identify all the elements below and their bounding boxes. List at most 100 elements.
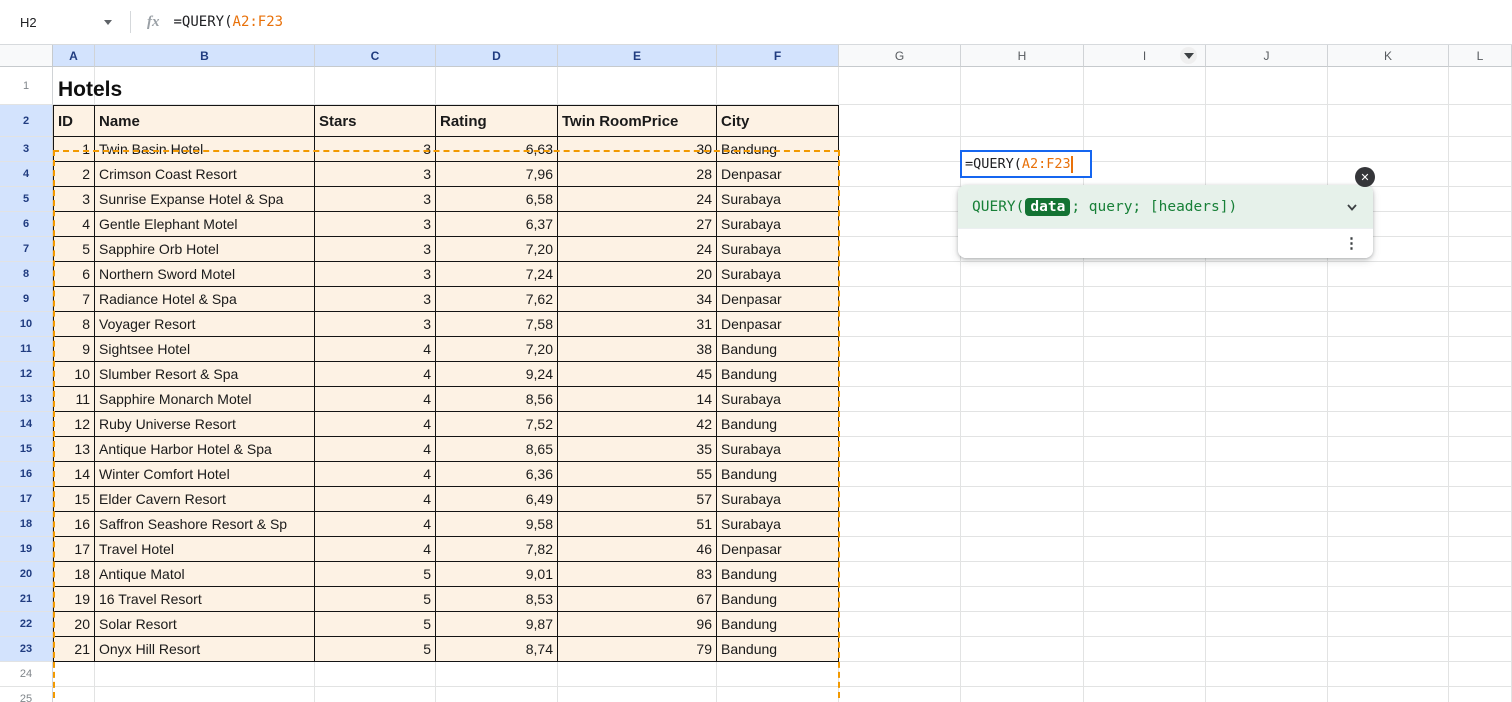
cell[interactable]: Winter Comfort Hotel — [95, 462, 315, 487]
cell[interactable] — [961, 587, 1084, 612]
cell[interactable] — [839, 212, 961, 237]
cell[interactable] — [1328, 312, 1449, 337]
cell[interactable] — [1206, 137, 1328, 162]
cell[interactable]: 30 — [558, 137, 717, 162]
cell[interactable] — [961, 362, 1084, 387]
cell[interactable] — [839, 537, 961, 562]
cell[interactable]: Denpasar — [717, 287, 839, 312]
cell[interactable] — [839, 337, 961, 362]
cell[interactable]: 20 — [558, 262, 717, 287]
column-header-A[interactable]: A — [53, 45, 95, 67]
cell[interactable] — [1206, 287, 1328, 312]
cell[interactable]: 55 — [558, 462, 717, 487]
cell[interactable] — [1449, 512, 1512, 537]
cell[interactable]: 3 — [315, 162, 436, 187]
row-header-13[interactable]: 13 — [0, 387, 53, 412]
cell[interactable] — [1328, 337, 1449, 362]
cell[interactable]: 4 — [315, 512, 436, 537]
name-box[interactable]: H2 — [0, 8, 130, 36]
cell[interactable] — [1084, 487, 1206, 512]
cell[interactable] — [1206, 362, 1328, 387]
cell[interactable]: 7,96 — [436, 162, 558, 187]
cell[interactable]: 5 — [53, 237, 95, 262]
cell[interactable]: Sightsee Hotel — [95, 337, 315, 362]
row-header-18[interactable]: 18 — [0, 512, 53, 537]
cell[interactable] — [1328, 487, 1449, 512]
column-header-E[interactable]: E — [558, 45, 717, 67]
cell[interactable] — [1206, 637, 1328, 662]
cell[interactable]: 12 — [53, 412, 95, 437]
cell[interactable] — [839, 687, 961, 702]
cell[interactable] — [315, 687, 436, 702]
cell[interactable]: 8,74 — [436, 637, 558, 662]
cell[interactable]: 4 — [315, 387, 436, 412]
cell[interactable] — [1449, 137, 1512, 162]
cell[interactable] — [53, 687, 95, 702]
cell[interactable]: 7,58 — [436, 312, 558, 337]
cell[interactable]: 8,53 — [436, 587, 558, 612]
cell[interactable] — [1084, 337, 1206, 362]
formula-input[interactable]: =QUERY(A2:F23 — [174, 14, 284, 30]
cell[interactable]: 6,58 — [436, 187, 558, 212]
row-header-5[interactable]: 5 — [0, 187, 53, 212]
cell[interactable] — [1084, 462, 1206, 487]
cell[interactable] — [1328, 537, 1449, 562]
cell[interactable] — [961, 262, 1084, 287]
cell[interactable] — [839, 287, 961, 312]
cell[interactable] — [1206, 67, 1328, 105]
cell[interactable]: 5 — [315, 587, 436, 612]
cell[interactable] — [95, 662, 315, 687]
cell[interactable] — [1084, 662, 1206, 687]
cell[interactable] — [1449, 287, 1512, 312]
cell[interactable] — [1084, 612, 1206, 637]
cell[interactable] — [961, 637, 1084, 662]
cell[interactable]: 7,62 — [436, 287, 558, 312]
cell[interactable] — [1328, 612, 1449, 637]
cell[interactable] — [1206, 687, 1328, 702]
cell[interactable] — [1206, 162, 1328, 187]
cell[interactable]: 34 — [558, 287, 717, 312]
cell[interactable]: 4 — [315, 487, 436, 512]
cell[interactable]: Twin Basin Hotel — [95, 137, 315, 162]
cell[interactable] — [95, 67, 315, 105]
cell[interactable]: Stars — [315, 105, 436, 137]
cell[interactable]: Bandung — [717, 337, 839, 362]
cell[interactable]: 6,37 — [436, 212, 558, 237]
cell[interactable]: 4 — [315, 362, 436, 387]
cell[interactable]: 7,24 — [436, 262, 558, 287]
cell[interactable] — [839, 387, 961, 412]
cell[interactable]: 4 — [315, 437, 436, 462]
cell[interactable] — [1206, 487, 1328, 512]
cell[interactable] — [1206, 662, 1328, 687]
cell[interactable] — [1206, 387, 1328, 412]
cell[interactable] — [95, 687, 315, 702]
cell[interactable] — [961, 512, 1084, 537]
cell[interactable] — [1449, 562, 1512, 587]
select-all-corner[interactable] — [0, 45, 53, 67]
cell[interactable]: 79 — [558, 637, 717, 662]
cell[interactable]: 24 — [558, 237, 717, 262]
cell[interactable] — [1328, 412, 1449, 437]
cell[interactable]: 6,63 — [436, 137, 558, 162]
cell[interactable] — [1206, 537, 1328, 562]
row-header-8[interactable]: 8 — [0, 262, 53, 287]
row-header-1[interactable]: 1 — [0, 67, 53, 105]
cell[interactable]: Sapphire Orb Hotel — [95, 237, 315, 262]
cell[interactable]: 16 Travel Resort — [95, 587, 315, 612]
cell[interactable] — [961, 105, 1084, 137]
row-header-23[interactable]: 23 — [0, 637, 53, 662]
cell[interactable]: Bandung — [717, 362, 839, 387]
cell[interactable]: ID — [53, 105, 95, 137]
cell[interactable] — [1328, 262, 1449, 287]
cell[interactable] — [1449, 437, 1512, 462]
cell[interactable] — [1084, 437, 1206, 462]
cell[interactable]: Slumber Resort & Spa — [95, 362, 315, 387]
cell[interactable] — [839, 412, 961, 437]
cell[interactable]: 51 — [558, 512, 717, 537]
cell[interactable]: 9,58 — [436, 512, 558, 537]
cell[interactable] — [839, 137, 961, 162]
cell[interactable]: Surabaya — [717, 262, 839, 287]
cell[interactable] — [839, 262, 961, 287]
cell[interactable]: 3 — [315, 262, 436, 287]
cell[interactable] — [839, 187, 961, 212]
